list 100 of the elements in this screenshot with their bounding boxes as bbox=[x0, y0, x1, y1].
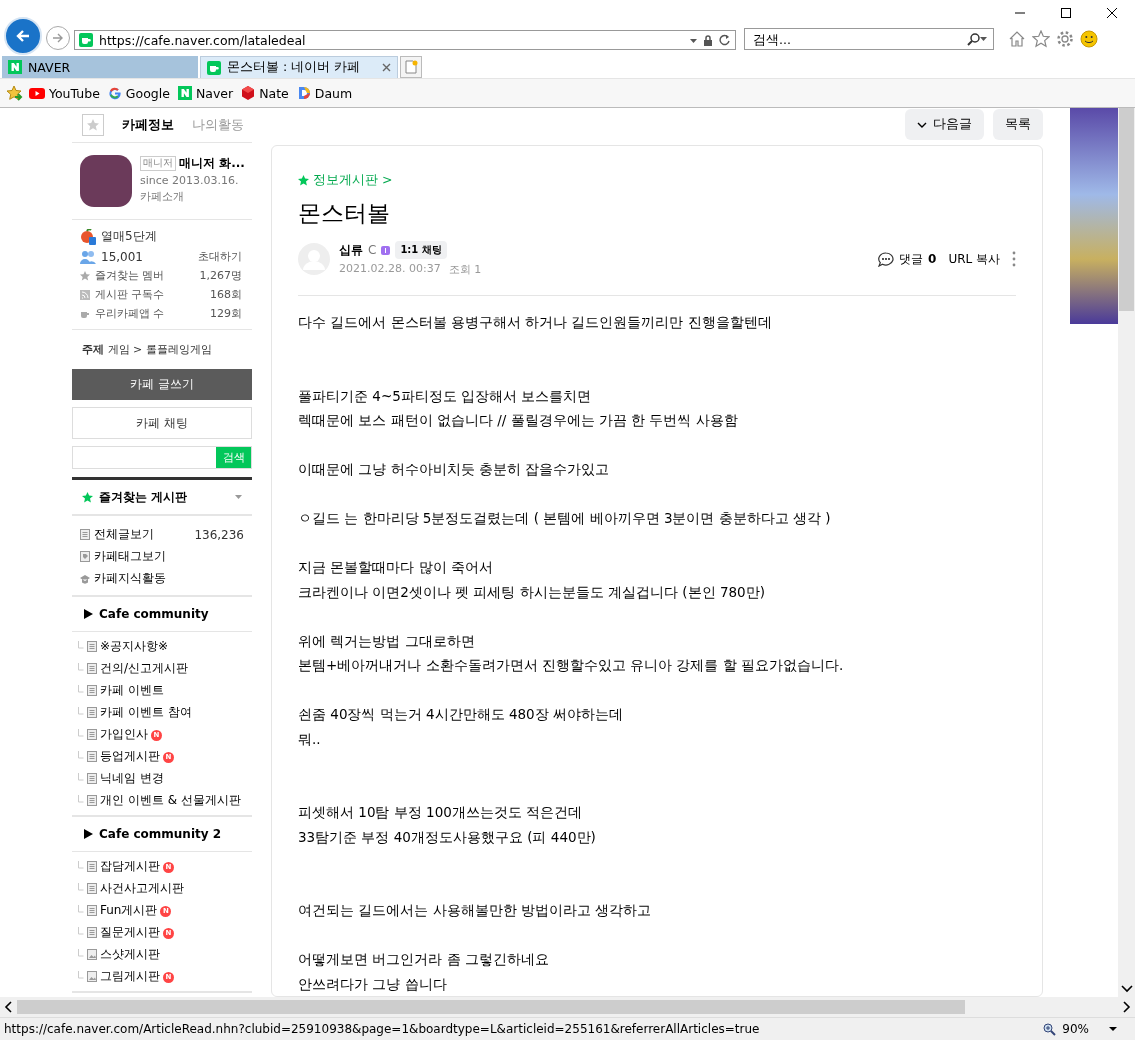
url-text: https://cafe.naver.com/lataledeal bbox=[99, 32, 307, 48]
lock-icon[interactable] bbox=[703, 34, 713, 46]
star-icon bbox=[298, 175, 309, 186]
address-bar[interactable]: https://cafe.naver.com/lataledeal bbox=[74, 30, 736, 50]
board-link[interactable]: 카페 이벤트 bbox=[100, 682, 164, 699]
document-icon bbox=[87, 773, 97, 784]
body-text-line: 이때문에 그냥 허수아비치듯 충분히 잡을수가있고 bbox=[298, 460, 611, 479]
caret-icon[interactable] bbox=[235, 495, 242, 499]
board-link[interactable]: ※공지사항※ bbox=[100, 638, 169, 655]
body-text-line: 쇤줌 40장씩 먹는거 4시간만해도 480장 써야하는데 bbox=[298, 705, 624, 724]
more-options-icon[interactable] bbox=[1012, 251, 1016, 267]
play-logo-icon bbox=[29, 86, 45, 100]
board-group-header[interactable]: Cafe community bbox=[72, 597, 252, 632]
cafe-logo-icon bbox=[79, 33, 93, 47]
search-box[interactable]: 검색... bbox=[744, 28, 994, 50]
maximize-icon[interactable] bbox=[1061, 8, 1071, 18]
scrollbar-thumb[interactable] bbox=[1119, 108, 1134, 311]
cafe-chat-button[interactable]: 카페 채팅 bbox=[72, 407, 252, 439]
add-favorite-icon[interactable] bbox=[6, 85, 23, 101]
arrow-right-icon bbox=[51, 31, 65, 45]
favorite-link[interactable]: Naver bbox=[177, 85, 234, 101]
tree-line-icon bbox=[78, 971, 84, 979]
favorite-link[interactable]: Daum bbox=[296, 85, 353, 101]
close-tab-icon[interactable] bbox=[382, 63, 391, 72]
scrollbar-thumb[interactable] bbox=[17, 1000, 965, 1014]
scroll-down-icon[interactable] bbox=[1120, 984, 1133, 993]
zoom-level[interactable]: 90% bbox=[1062, 1022, 1089, 1036]
invite-link[interactable]: 초대하기 bbox=[198, 249, 242, 264]
document-icon bbox=[87, 729, 97, 740]
stat-value: 168회 bbox=[210, 287, 242, 302]
board-link[interactable]: 스샷게시판 bbox=[100, 946, 160, 963]
cafe-thumbnail-image[interactable] bbox=[80, 155, 132, 207]
body-text-line: 위에 렉거는방법 그대로하면 bbox=[298, 631, 476, 651]
naver-logo-icon bbox=[8, 60, 22, 74]
horizontal-scrollbar[interactable] bbox=[0, 997, 1135, 1017]
tree-line-icon bbox=[78, 949, 84, 957]
stat-value: 1,267명 bbox=[199, 268, 242, 283]
banner-ad-image[interactable] bbox=[1070, 108, 1118, 324]
chat-button[interactable]: 1:1 채팅 bbox=[395, 241, 447, 259]
members-icon bbox=[80, 249, 96, 264]
url-copy-link[interactable]: URL 복사 bbox=[948, 250, 1000, 268]
board-link[interactable]: 카페지식활동 bbox=[80, 570, 244, 587]
triangle-icon bbox=[84, 829, 93, 839]
star-icon[interactable] bbox=[1032, 30, 1050, 48]
tree-line-icon bbox=[78, 883, 84, 891]
document-icon bbox=[80, 529, 90, 540]
sidebar-tab[interactable]: 카페정보 bbox=[122, 116, 174, 134]
settings-icon[interactable] bbox=[1056, 30, 1074, 48]
body-text-line: 풀파티기준 4~5파티정도 입장해서 보스를치면 bbox=[298, 386, 593, 406]
board-link[interactable]: 개인 이벤트 & 선물게시판 bbox=[100, 792, 241, 809]
write-post-button[interactable]: 카페 글쓰기 bbox=[72, 369, 252, 400]
manager-name[interactable]: 매니저 화... bbox=[179, 155, 245, 172]
vertical-scrollbar[interactable] bbox=[1118, 108, 1135, 997]
cafe-logo-icon bbox=[207, 60, 221, 75]
browser-tab[interactable]: 몬스터볼 : 네이버 카페 bbox=[200, 56, 398, 78]
favorite-link[interactable]: YouTube bbox=[29, 85, 100, 101]
favorite-link[interactable]: Google bbox=[107, 85, 170, 101]
search-icon[interactable] bbox=[967, 32, 980, 46]
body-text-line: 안쓰려다가 그냥 씁니다 bbox=[298, 974, 448, 994]
document-icon bbox=[87, 861, 97, 872]
refresh-icon[interactable] bbox=[719, 34, 731, 46]
article-count: 136,236 bbox=[194, 527, 244, 542]
body-text-line: 어떻게보면 버그인거라 좀 그렇긴하네요 bbox=[298, 950, 550, 969]
back-button[interactable] bbox=[4, 17, 42, 55]
document-icon bbox=[87, 905, 97, 916]
close-icon[interactable] bbox=[1107, 8, 1117, 18]
image-icon bbox=[87, 971, 97, 982]
board-link[interactable]: 건의/신고게시판 bbox=[100, 660, 189, 677]
section-title: 즐겨찾는 게시판 bbox=[99, 488, 188, 506]
zoom-icon[interactable] bbox=[1043, 1022, 1057, 1036]
board-link[interactable]: 닉네임 변경 bbox=[100, 770, 164, 787]
scroll-right-icon[interactable] bbox=[1122, 1001, 1131, 1013]
dropdown-caret-icon[interactable] bbox=[980, 37, 987, 41]
dropdown-caret-icon[interactable] bbox=[1109, 1027, 1117, 1031]
body-text-line: ㅇ길드 는 한마리당 5분정도걸렸는데 ( 본템에 베아끼우면 3분이면 충분하다고 생각 ) bbox=[298, 509, 832, 528]
tree-line-icon bbox=[78, 795, 84, 803]
list-button[interactable]: 목록 bbox=[993, 109, 1043, 140]
board-link[interactable]: 전체글보기 136,236 bbox=[80, 526, 244, 543]
cafe-intro-link[interactable]: 카페소개 bbox=[140, 189, 245, 204]
home-icon[interactable] bbox=[1008, 30, 1026, 48]
favorite-boards-header[interactable]: 즐겨찾는 게시판 bbox=[72, 477, 252, 516]
author-name[interactable]: 십류 bbox=[339, 241, 363, 259]
cafe-level: 열매5단계 bbox=[101, 228, 157, 245]
comment-link[interactable]: 댓글 0 bbox=[878, 250, 937, 268]
browser-tab[interactable]: NAVER bbox=[2, 56, 198, 78]
favorite-link[interactable]: Nate bbox=[241, 85, 289, 101]
body-text-line: 본템+베아꺼내거나 소환수돌려가면서 진행할수있고 유니아 강제를 할 필요가없습니다. bbox=[298, 656, 845, 675]
author-grade: C bbox=[368, 243, 377, 257]
scroll-left-icon[interactable] bbox=[4, 1001, 13, 1013]
tree-line-icon bbox=[78, 773, 84, 781]
board-link[interactable]: 사건사고게시판 bbox=[100, 880, 184, 897]
feed-icon bbox=[80, 289, 90, 300]
smiley-icon[interactable] bbox=[1080, 30, 1098, 48]
board-link[interactable]: 카페 이벤트 참여 bbox=[100, 704, 192, 721]
board-link[interactable]: 카페태그보기 bbox=[80, 548, 244, 565]
board-group-header[interactable]: Cafe community 2 bbox=[72, 817, 252, 852]
next-post-button[interactable]: 다음글 bbox=[905, 109, 984, 140]
dropdown-caret-icon[interactable] bbox=[690, 36, 697, 44]
tree-line-icon bbox=[78, 751, 84, 759]
mortarboard-icon bbox=[80, 573, 90, 584]
